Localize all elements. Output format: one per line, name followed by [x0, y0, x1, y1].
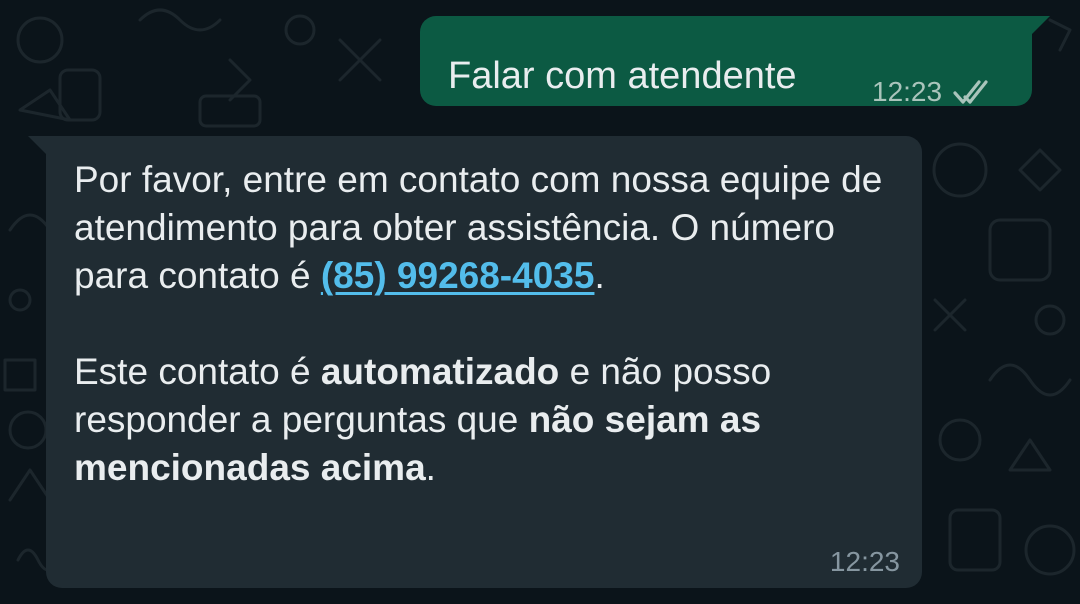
paragraph-text: .	[425, 447, 436, 488]
incoming-message-bubble[interactable]: Por favor, entre em contato com nossa eq…	[28, 136, 922, 588]
phone-number-link[interactable]: (85) 99268-4035	[321, 255, 595, 296]
bubble-tail	[1030, 16, 1050, 36]
bold-text: automatizado	[320, 351, 560, 392]
message-time: 12:23	[872, 76, 943, 107]
message-paragraph: Este contato é automatizado e não posso …	[74, 348, 904, 492]
paragraph-text: .	[594, 255, 605, 296]
double-check-icon	[953, 80, 988, 104]
outgoing-message-text: Falar com atendente	[448, 55, 797, 97]
incoming-message-text: Por favor, entre em contato com nossa eq…	[74, 156, 904, 492]
message-meta: 12:23	[872, 76, 998, 108]
message-paragraph: Por favor, entre em contato com nossa eq…	[74, 156, 904, 300]
outgoing-message-bubble[interactable]: Falar com atendente 12:23	[420, 16, 1050, 108]
bubble-tail	[28, 136, 48, 156]
message-time: 12:23	[829, 546, 900, 577]
paragraph-text: Este contato é	[74, 351, 321, 392]
